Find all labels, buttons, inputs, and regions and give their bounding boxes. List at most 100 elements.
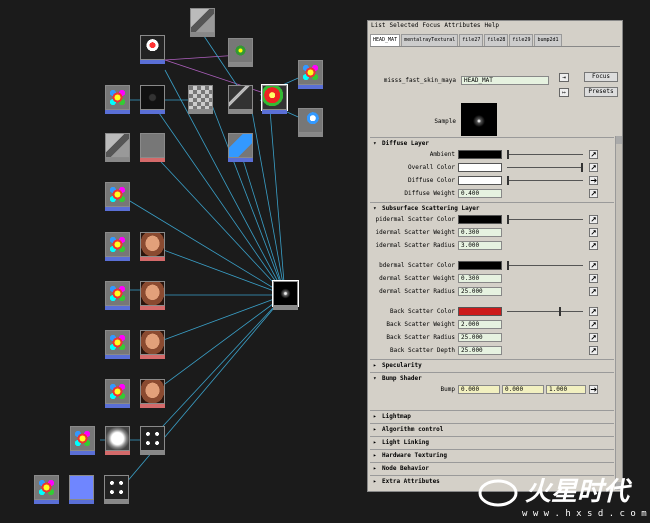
- hypershade-node[interactable]: [105, 85, 130, 114]
- color-swatch[interactable]: [458, 307, 502, 316]
- expand-arrow-icon[interactable]: ▾: [373, 203, 377, 214]
- hypershade-node-head-mat[interactable]: [272, 280, 299, 310]
- value-field[interactable]: 3.000: [458, 241, 502, 250]
- map-button-icon[interactable]: [589, 189, 598, 198]
- map-button-icon[interactable]: [589, 274, 598, 283]
- hypershade-node[interactable]: [105, 281, 130, 310]
- connected-map-icon[interactable]: [589, 385, 598, 394]
- slider-thumb[interactable]: [507, 215, 509, 224]
- ae-scrollbar[interactable]: [615, 136, 622, 490]
- color-swatch[interactable]: [458, 176, 502, 185]
- map-button-icon[interactable]: [589, 261, 598, 270]
- section-diffuse-layer[interactable]: ▾ Diffuse Layer: [370, 137, 614, 148]
- slider-thumb[interactable]: [507, 176, 509, 185]
- hypershade-node[interactable]: [228, 85, 253, 114]
- slider-thumb[interactable]: [507, 150, 509, 159]
- expand-arrow-icon[interactable]: ▾: [373, 138, 377, 149]
- slider-thumb[interactable]: [507, 261, 509, 270]
- go-to-input-icon[interactable]: ⇥: [559, 73, 569, 82]
- hypershade-node[interactable]: [228, 38, 253, 67]
- map-button-icon[interactable]: [589, 228, 598, 237]
- hypershade-node[interactable]: [105, 232, 130, 261]
- map-button-icon[interactable]: [589, 215, 598, 224]
- attr-slider[interactable]: [507, 176, 583, 185]
- hypershade-node[interactable]: [105, 182, 130, 211]
- hypershade-node[interactable]: [105, 426, 130, 455]
- bump-value-x[interactable]: 0.000: [458, 385, 500, 394]
- collapse-arrow-icon[interactable]: ▸: [373, 463, 377, 474]
- value-field[interactable]: 25.000: [458, 333, 502, 342]
- value-field[interactable]: 0.400: [458, 189, 502, 198]
- collapse-arrow-icon[interactable]: ▸: [373, 476, 377, 487]
- map-button-icon[interactable]: [589, 320, 598, 329]
- value-field[interactable]: 2.000: [458, 320, 502, 329]
- collapse-arrow-icon[interactable]: ▸: [373, 360, 377, 371]
- hypershade-node[interactable]: [70, 426, 95, 455]
- hypershade-node[interactable]: [104, 475, 129, 504]
- focus-button[interactable]: Focus: [584, 72, 618, 82]
- hypershade-node[interactable]: [140, 330, 165, 359]
- color-swatch[interactable]: [458, 150, 502, 159]
- tab-file29[interactable]: file29: [509, 34, 534, 46]
- bump-value-z[interactable]: 1.000: [546, 385, 586, 394]
- hypershade-node[interactable]: [140, 232, 165, 261]
- bump-value-y[interactable]: 0.000: [502, 385, 544, 394]
- menu-attributes[interactable]: Attributes: [444, 22, 480, 31]
- attr-slider[interactable]: [507, 261, 583, 270]
- collapse-arrow-icon[interactable]: ▸: [373, 411, 377, 422]
- tab-head-mat[interactable]: HEAD_MAT: [370, 34, 401, 46]
- hypershade-node[interactable]: [298, 108, 323, 137]
- map-button-icon[interactable]: [589, 287, 598, 296]
- menu-help[interactable]: Help: [485, 22, 499, 31]
- tab-mentalray-textural[interactable]: mentalrayTextural: [401, 34, 459, 46]
- map-button-icon[interactable]: [589, 241, 598, 250]
- tab-file28[interactable]: file28: [484, 34, 509, 46]
- menu-focus[interactable]: Focus: [422, 22, 440, 31]
- connected-map-icon[interactable]: [589, 176, 598, 185]
- hypershade-node[interactable]: [140, 35, 165, 64]
- hypershade-node[interactable]: [105, 379, 130, 408]
- value-field[interactable]: 0.300: [458, 274, 502, 283]
- hypershade-node[interactable]: [140, 85, 165, 114]
- value-field[interactable]: 0.300: [458, 228, 502, 237]
- map-button-icon[interactable]: [589, 307, 598, 316]
- hypershade-node[interactable]: [140, 379, 165, 408]
- expand-arrow-icon[interactable]: ▾: [373, 373, 377, 384]
- hypershade-node[interactable]: [140, 426, 165, 455]
- section-algorithm-control[interactable]: ▸ Algorithm control: [370, 423, 614, 434]
- slider-thumb[interactable]: [558, 307, 561, 316]
- value-field[interactable]: 25.000: [458, 346, 502, 355]
- scroll-up-arrow-icon[interactable]: [616, 136, 622, 144]
- slider-thumb[interactable]: [581, 163, 583, 172]
- go-to-output-icon[interactable]: ↦: [559, 88, 569, 97]
- map-button-icon[interactable]: [589, 333, 598, 342]
- hypershade-node[interactable]: [105, 330, 130, 359]
- value-field[interactable]: 25.000: [458, 287, 502, 296]
- hypershade-node[interactable]: [261, 84, 288, 114]
- color-swatch[interactable]: [458, 163, 502, 172]
- hypershade-graph[interactable]: [0, 0, 360, 519]
- hypershade-node[interactable]: [228, 133, 253, 162]
- section-light-linking[interactable]: ▸ Light Linking: [370, 436, 614, 447]
- menu-list[interactable]: List: [371, 22, 385, 31]
- attr-slider[interactable]: [507, 163, 583, 172]
- node-name-field[interactable]: HEAD_MAT: [461, 76, 549, 85]
- attr-slider[interactable]: [507, 150, 583, 159]
- section-lightmap[interactable]: ▸ Lightmap: [370, 410, 614, 421]
- map-button-icon[interactable]: [589, 163, 598, 172]
- presets-button[interactable]: Presets: [584, 87, 618, 97]
- hypershade-node[interactable]: [140, 281, 165, 310]
- color-swatch[interactable]: [458, 215, 502, 224]
- section-subsurface-scattering[interactable]: ▾ Subsurface Scattering Layer: [370, 202, 614, 213]
- attr-slider[interactable]: [507, 307, 583, 316]
- map-button-icon[interactable]: [589, 150, 598, 159]
- hypershade-node[interactable]: [188, 85, 213, 114]
- collapse-arrow-icon[interactable]: ▸: [373, 437, 377, 448]
- hypershade-node[interactable]: [140, 133, 165, 162]
- color-swatch[interactable]: [458, 261, 502, 270]
- hypershade-node[interactable]: [69, 475, 94, 504]
- hypershade-node[interactable]: [34, 475, 59, 504]
- collapse-arrow-icon[interactable]: ▸: [373, 424, 377, 435]
- section-specularity[interactable]: ▸ Specularity: [370, 359, 614, 370]
- section-bump-shader[interactable]: ▾ Bump Shader: [370, 372, 614, 383]
